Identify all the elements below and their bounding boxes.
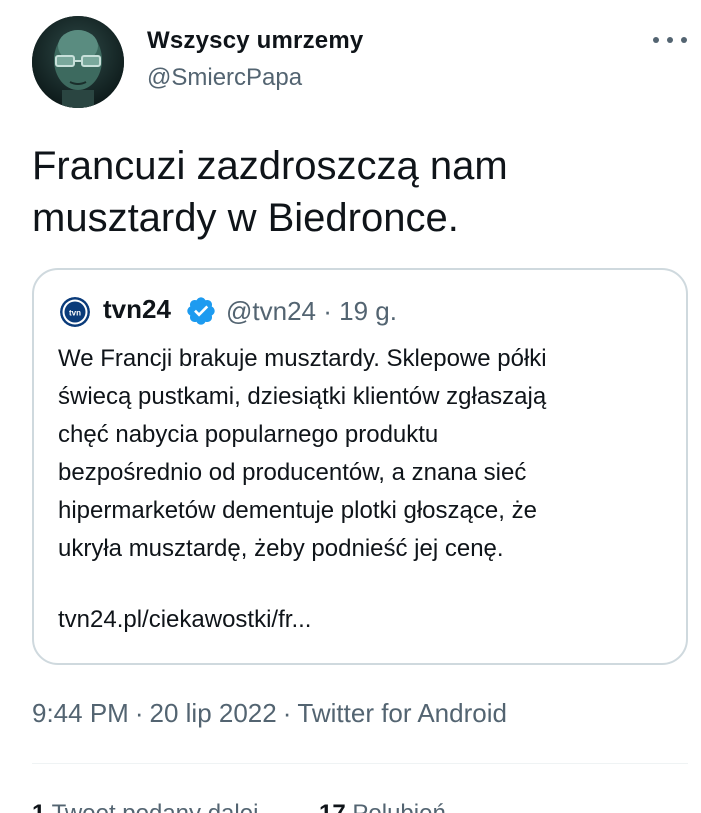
svg-text:tvn: tvn: [69, 309, 81, 318]
divider: [32, 763, 688, 764]
separator: ·: [282, 698, 292, 728]
tweet-text-line: musztardy w Biedronce.: [32, 196, 459, 240]
tvn24-logo: tvn: [60, 297, 90, 327]
retweets-count: 1: [32, 800, 45, 813]
avatar-photo: [32, 16, 124, 108]
quoted-text-line: chęć nabycia popularnego produktu: [58, 421, 439, 448]
quoted-text-line: ukryła musztardę, żeby podnieść jej cenę…: [58, 535, 504, 562]
dot: [667, 37, 673, 43]
tweet-source[interactable]: Twitter for Android: [297, 698, 507, 728]
avatar[interactable]: [32, 16, 124, 108]
tvn24-logo-icon: tvn: [60, 297, 90, 327]
retweets-stat[interactable]: 1 Tweet podany dalej: [32, 800, 258, 813]
previous-row-fragment: [0, 0, 701, 4]
retweets-label: Tweet podany dalej: [52, 800, 259, 813]
likes-count: 17: [319, 800, 346, 813]
quoted-tweet-card[interactable]: tvn tvn24 @tvn24 · 19 g. We Francji brak…: [32, 268, 688, 665]
tweet-metadata: 9:44 PM · 20 lip 2022 · Twitter for Android: [32, 698, 507, 729]
tweet-stats: 1 Tweet podany dalej 17 Polubień: [32, 800, 688, 813]
likes-stat[interactable]: 17 Polubień: [319, 800, 446, 813]
quoted-text-line: hipermarketów dementuje plotki głoszące,…: [58, 497, 537, 524]
separator: ·: [134, 698, 144, 728]
quoted-tweet-link[interactable]: tvn24.pl/ciekawostki/fr...: [58, 606, 311, 634]
dot: [653, 37, 659, 43]
quoted-author-name: tvn24: [103, 294, 171, 324]
tweet-date[interactable]: 20 lip 2022: [150, 698, 277, 728]
author-display-name[interactable]: Wszyscy umrzemy: [147, 27, 363, 55]
quoted-text-line: bezpośrednio od producentów, a znana sie…: [58, 459, 527, 486]
quoted-author-handle-time: @tvn24 · 19 g.: [226, 296, 397, 326]
tweet-text: Francuzi zazdroszczą nam musztardy w Bie…: [32, 140, 672, 244]
quoted-tweet-text: We Francji brakuje musztardy. Sklepowe p…: [58, 340, 670, 568]
author-handle[interactable]: @SmiercPapa: [147, 64, 302, 92]
more-options-icon[interactable]: [653, 30, 687, 50]
dot: [681, 37, 687, 43]
quoted-text-line: świecą pustkami, dziesiątki klientów zgł…: [58, 383, 547, 410]
tweet-detail-page: Wszyscy umrzemy @SmiercPapa Francuzi zaz…: [0, 0, 701, 813]
quoted-text-line: We Francji brakuje musztardy. Sklepowe p…: [58, 345, 547, 372]
tweet-text-line: Francuzi zazdroszczą nam: [32, 144, 508, 188]
tweet-time[interactable]: 9:44 PM: [32, 698, 129, 728]
likes-label: Polubień: [352, 800, 445, 813]
verified-badge-icon: [185, 295, 217, 327]
